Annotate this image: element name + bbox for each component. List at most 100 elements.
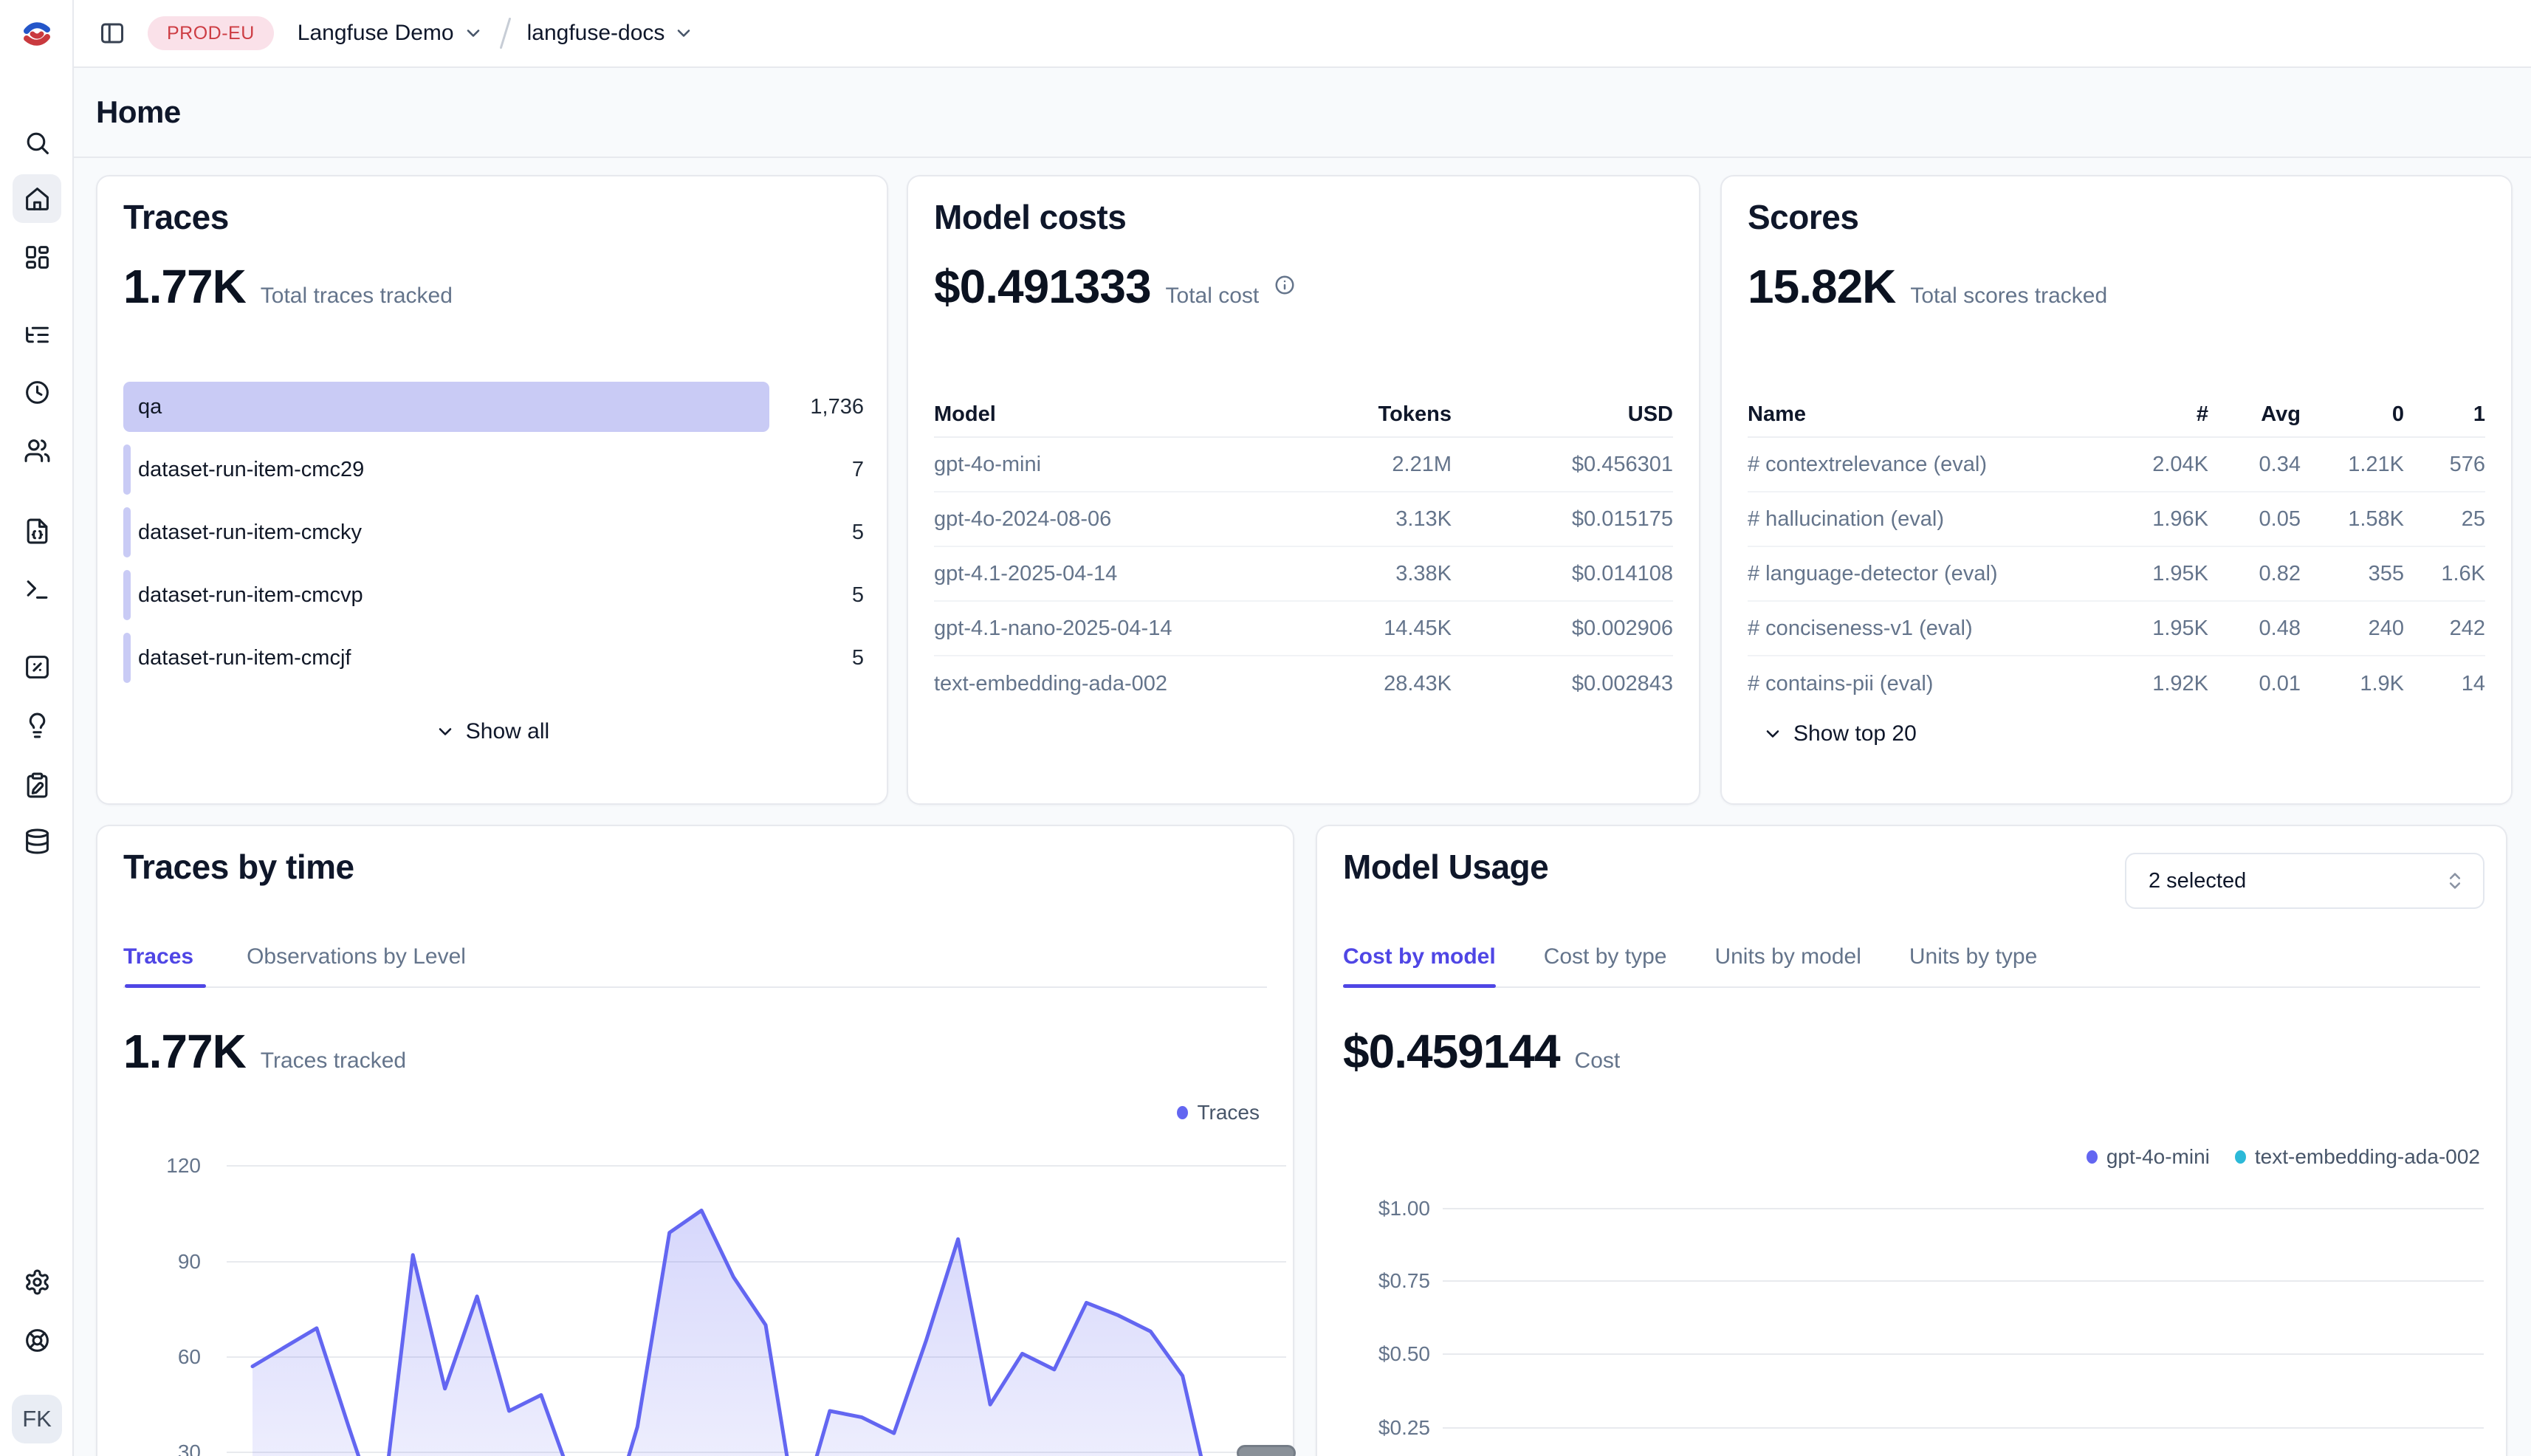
scores-metric: 15.82K Total scores tracked — [1748, 259, 2107, 314]
column-header: 0 — [2301, 402, 2404, 427]
area-fill — [253, 1210, 1279, 1456]
traces-area-chart — [97, 826, 1296, 1456]
show-all-button[interactable]: Show all — [97, 719, 887, 744]
table-row: # hallucination (eval)1.96K0.051.58K25 — [1748, 492, 2485, 547]
column-header: Tokens — [1282, 402, 1452, 427]
square-percent-icon — [24, 653, 51, 681]
traces-tracked-value: 1.77K — [123, 1024, 246, 1079]
traces-by-time-title: Traces by time — [123, 847, 354, 887]
sidebar: FK — [0, 0, 74, 1456]
table-row: # language-detector (eval)1.95K0.823551.… — [1748, 547, 2485, 602]
traces-total: 1.77K — [123, 259, 246, 314]
trace-bar — [123, 633, 131, 683]
traces-by-time-tabs: Traces Observations by Level — [123, 944, 466, 969]
traces-by-time-card: Traces by time Traces Observations by Le… — [96, 825, 1294, 1456]
y-axis-tick: $0.25 — [1339, 1416, 1430, 1440]
horizontal-scrollbar-thumb[interactable] — [1237, 1445, 1296, 1456]
chevron-down-icon — [1762, 724, 1783, 744]
model-costs-metric: $0.491333 Total cost — [934, 259, 1296, 314]
user-avatar[interactable]: FK — [12, 1395, 62, 1443]
sidebar-item-prompts[interactable] — [13, 506, 61, 555]
column-header: USD — [1452, 402, 1673, 427]
trace-count: 7 — [852, 444, 864, 495]
users-icon — [24, 437, 51, 464]
tab-traces[interactable]: Traces — [123, 944, 193, 969]
sidebar-item-playground[interactable] — [13, 565, 61, 614]
trace-name: qa — [138, 382, 162, 432]
y-axis-tick: $0.75 — [1339, 1269, 1430, 1293]
legend-dot-traces — [1177, 1106, 1188, 1119]
tab-cost-by-model[interactable]: Cost by model — [1343, 944, 1496, 969]
page-header: Home — [74, 68, 2531, 158]
show-top-20-button[interactable]: Show top 20 — [1762, 721, 1917, 746]
table-row: # contains-pii (eval)1.92K0.011.9K14 — [1748, 656, 2485, 711]
home-icon — [24, 185, 51, 213]
dashboards-icon — [24, 244, 51, 271]
database-icon — [24, 828, 51, 855]
cost-value: $0.459144 — [1343, 1024, 1560, 1079]
cost-label: Cost — [1575, 1048, 1621, 1074]
life-buoy-icon — [24, 1327, 51, 1354]
table-row: gpt-4.1-nano-2025-04-1414.45K$0.002906 — [934, 602, 1673, 656]
sidebar-item-users[interactable] — [13, 426, 61, 475]
sidebar-item-search[interactable] — [13, 118, 61, 167]
table-row: text-embedding-ada-00228.43K$0.002843 — [934, 656, 1673, 711]
trace-name: dataset-run-item-cmcky — [138, 507, 362, 557]
legend-label: Traces — [1197, 1101, 1260, 1124]
sidebar-item-support[interactable] — [13, 1316, 61, 1364]
sidebar-item-annotation[interactable] — [13, 760, 61, 809]
scores-total: 15.82K — [1748, 259, 1895, 314]
table-row: gpt-4o-2024-08-063.13K$0.015175 — [934, 492, 1673, 547]
chevron-down-icon — [463, 23, 484, 44]
app-root: FK PROD-EU Langfuse Demo langfuse-docs H… — [0, 0, 2531, 1456]
table-header: Name # Avg 0 1 — [1748, 392, 2485, 438]
tab-units-by-type[interactable]: Units by type — [1909, 944, 2037, 969]
column-header: Name — [1748, 402, 2105, 427]
list-item: dataset-run-item-cmcky 5 — [123, 507, 864, 557]
search-icon — [24, 129, 51, 157]
top-bar: PROD-EU Langfuse Demo langfuse-docs — [74, 0, 2531, 68]
tab-divider — [123, 986, 1267, 988]
trace-count: 5 — [852, 570, 864, 620]
sidebar-item-dashboards[interactable] — [13, 233, 61, 281]
organization-selector[interactable]: Langfuse Demo — [298, 21, 484, 46]
clipboard-pen-icon — [24, 772, 51, 799]
sidebar-item-evaluation[interactable] — [13, 701, 61, 749]
model-costs-card: Model costs $0.491333 Total cost Model T… — [907, 175, 1700, 805]
sidebar-toggle-button[interactable] — [96, 17, 128, 49]
model-costs-title: Model costs — [934, 197, 1126, 237]
trace-bar — [123, 382, 769, 432]
environment-badge: PROD-EU — [148, 16, 274, 50]
traces-card-title: Traces — [123, 197, 229, 237]
y-axis-tick: 30 — [142, 1440, 201, 1456]
traces-total-label: Total traces tracked — [261, 284, 453, 309]
sidebar-item-tracing[interactable] — [13, 310, 61, 359]
info-icon[interactable] — [1274, 274, 1296, 300]
sidebar-item-datasets[interactable] — [13, 817, 61, 865]
list-item: dataset-run-item-cmcjf 5 — [123, 633, 864, 683]
trace-count: 5 — [852, 633, 864, 683]
project-selector[interactable]: langfuse-docs — [527, 21, 695, 46]
traces-tracked-label: Traces tracked — [261, 1048, 406, 1074]
tracing-icon — [24, 321, 51, 348]
tab-units-by-model[interactable]: Units by model — [1714, 944, 1861, 969]
tab-observations-by-level[interactable]: Observations by Level — [247, 944, 466, 969]
model-select-dropdown[interactable]: 2 selected — [2125, 853, 2484, 909]
table-row: # contextrelevance (eval)2.04K0.341.21K5… — [1748, 438, 2485, 492]
column-header: Avg — [2208, 402, 2301, 427]
langfuse-logo[interactable] — [19, 16, 55, 52]
scores-card: Scores 15.82K Total scores tracked Name … — [1720, 175, 2513, 805]
tab-cost-by-type[interactable]: Cost by type — [1544, 944, 1667, 969]
traces-metric: 1.77K Total traces tracked — [123, 259, 453, 314]
model-costs-table: Model Tokens USD gpt-4o-mini2.21M$0.4563… — [934, 392, 1673, 711]
list-item: dataset-run-item-cmc29 7 — [123, 444, 864, 495]
sidebar-item-sessions[interactable] — [13, 368, 61, 416]
sidebar-item-home[interactable] — [13, 174, 61, 223]
traces-tracked-metric: 1.77K Traces tracked — [123, 1024, 406, 1079]
y-axis-tick: 60 — [142, 1345, 201, 1369]
traces-bar-list: qa 1,736 dataset-run-item-cmc29 7 datase… — [123, 382, 864, 696]
model-usage-card: Model Usage 2 selected Cost by model Cos… — [1316, 825, 2507, 1456]
list-item: dataset-run-item-cmcvp 5 — [123, 570, 864, 620]
sidebar-item-settings[interactable] — [13, 1257, 61, 1306]
sidebar-item-scores[interactable] — [13, 642, 61, 691]
